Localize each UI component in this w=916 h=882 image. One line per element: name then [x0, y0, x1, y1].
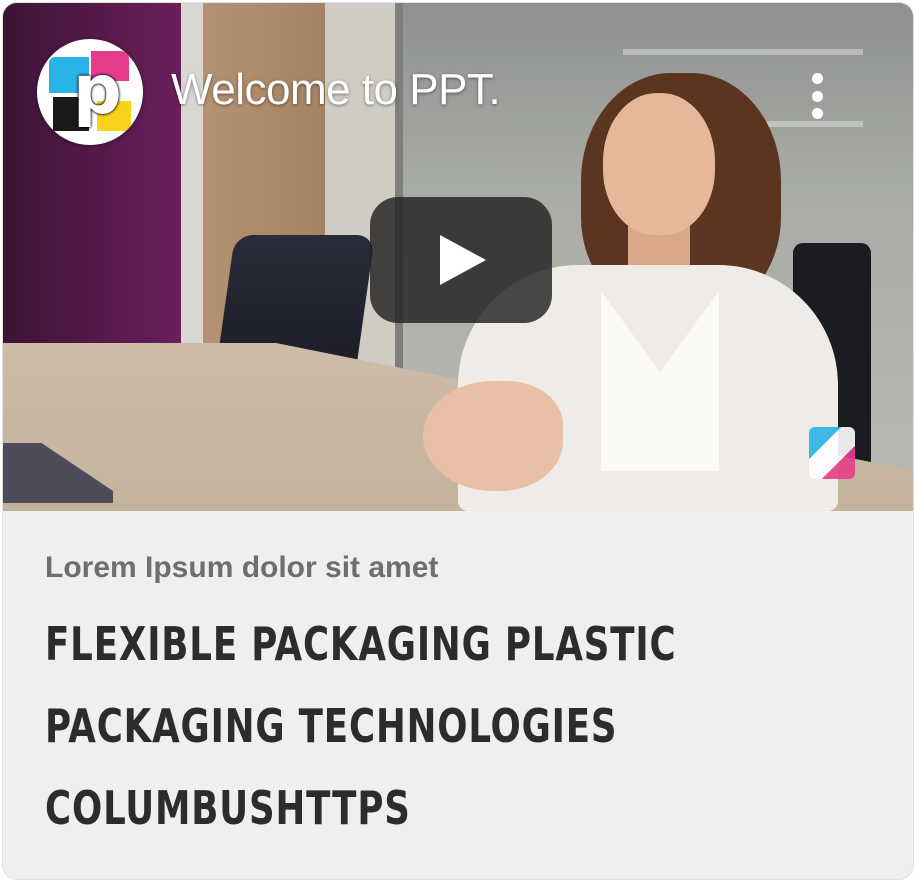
channel-avatar[interactable]: p — [37, 39, 143, 145]
video-player[interactable]: p Welcome to PPT. — [3, 3, 913, 511]
card-headline[interactable]: FLEXIBLE PACKAGING PLASTIC PACKAGING TEC… — [45, 603, 767, 849]
video-thumbnail-person — [423, 381, 563, 491]
more-vert-icon[interactable] — [801, 69, 833, 123]
logo-letter: p — [73, 51, 122, 130]
watermark-logo — [809, 427, 855, 479]
headline-line: COLUMBUSHTTPS — [45, 781, 411, 835]
video-thumbnail-light — [623, 49, 863, 55]
kebab-dot — [811, 90, 823, 102]
video-thumbnail-wall — [181, 3, 203, 353]
video-card[interactable]: p Welcome to PPT. Lorem Ipsum dolor sit … — [3, 3, 913, 879]
kebab-dot — [811, 108, 823, 119]
video-title[interactable]: Welcome to PPT. — [171, 65, 501, 115]
card-subtitle: Lorem Ipsum dolor sit amet — [45, 551, 439, 584]
video-thumbnail-person — [603, 93, 715, 235]
play-icon — [440, 235, 486, 285]
headline-line: PACKAGING TECHNOLOGIES — [45, 699, 618, 753]
kebab-dot — [811, 73, 823, 84]
headline-line: FLEXIBLE PACKAGING PLASTIC — [45, 617, 677, 671]
play-button[interactable] — [370, 197, 552, 323]
